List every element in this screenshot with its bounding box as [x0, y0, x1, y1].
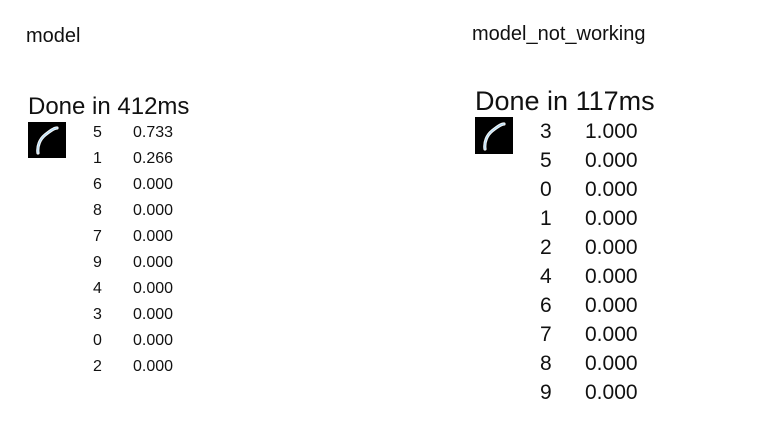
prediction-label: 8	[93, 202, 102, 219]
prediction-probability: 0.000	[133, 358, 174, 375]
prediction-row: 9 0.000	[90, 251, 173, 277]
prediction-row: 6 0.000	[535, 291, 638, 320]
prediction-label: 5	[540, 149, 552, 172]
model-title: model_not_working	[472, 23, 646, 45]
prediction-row: 5 0.000	[535, 146, 638, 175]
prediction-row: 2 0.000	[90, 355, 173, 381]
prediction-label: 8	[540, 352, 552, 375]
prediction-list: 3 1.000 5 0.000 0 0.000 1 0.000 2 0.000 4 0.00…	[535, 117, 638, 407]
prediction-row: 0 0.000	[90, 329, 173, 355]
prediction-probability: 0.000	[133, 202, 174, 219]
prediction-label: 2	[93, 358, 102, 375]
input-digit-image	[28, 122, 66, 158]
input-digit-image	[475, 117, 513, 154]
prediction-probability: 0.000	[585, 294, 638, 317]
prediction-row: 1 0.000	[535, 204, 638, 233]
prediction-label: 5	[93, 124, 102, 141]
model-panel: model Done in 412ms 5 0.733 1 0.266 6 0.000…	[0, 0, 380, 433]
prediction-label: 7	[540, 323, 552, 346]
prediction-label: 0	[93, 332, 102, 349]
handwritten-stroke-icon	[36, 126, 59, 155]
prediction-probability: 0.000	[585, 178, 638, 201]
prediction-row: 3 0.000	[90, 303, 173, 329]
prediction-probability: 0.000	[585, 265, 638, 288]
prediction-row: 4 0.000	[90, 277, 173, 303]
prediction-probability: 0.000	[133, 280, 174, 297]
prediction-row: 1 0.266	[90, 147, 173, 173]
prediction-row: 8 0.000	[90, 199, 173, 225]
prediction-probability: 0.000	[133, 332, 174, 349]
prediction-row: 8 0.000	[535, 349, 638, 378]
prediction-label: 6	[540, 294, 552, 317]
prediction-row: 3 1.000	[535, 117, 638, 146]
prediction-label: 1	[93, 150, 102, 167]
prediction-row: 7 0.000	[90, 225, 173, 251]
prediction-label: 3	[93, 306, 102, 323]
prediction-label: 1	[540, 207, 552, 230]
prediction-probability: 0.000	[133, 306, 174, 323]
prediction-probability: 0.000	[585, 323, 638, 346]
prediction-probability: 0.000	[585, 236, 638, 259]
prediction-row: 0 0.000	[535, 175, 638, 204]
prediction-label: 3	[540, 120, 552, 143]
prediction-probability: 0.266	[133, 150, 174, 167]
prediction-label: 7	[93, 228, 102, 245]
prediction-row: 7 0.000	[535, 320, 638, 349]
prediction-probability: 0.000	[133, 176, 174, 193]
prediction-row: 2 0.000	[535, 233, 638, 262]
prediction-row: 9 0.000	[535, 378, 638, 407]
prediction-label: 9	[93, 254, 102, 271]
prediction-row: 5 0.733	[90, 121, 173, 147]
prediction-row: 6 0.000	[90, 173, 173, 199]
status-text: Done in 117ms	[475, 86, 655, 116]
prediction-probability: 0.000	[133, 228, 174, 245]
prediction-label: 6	[93, 176, 102, 193]
screenshot-root: model Done in 412ms 5 0.733 1 0.266 6 0.000…	[0, 0, 774, 433]
prediction-list: 5 0.733 1 0.266 6 0.000 8 0.000 7 0.000 9 0.00…	[90, 121, 173, 381]
prediction-label: 0	[540, 178, 552, 201]
prediction-probability: 0.000	[585, 352, 638, 375]
prediction-probability: 0.000	[585, 149, 638, 172]
prediction-probability: 0.000	[585, 207, 638, 230]
prediction-probability: 1.000	[585, 120, 638, 143]
prediction-label: 4	[93, 280, 102, 297]
status-text: Done in 412ms	[28, 93, 190, 120]
prediction-row: 4 0.000	[535, 262, 638, 291]
model-title: model	[26, 25, 81, 47]
handwritten-stroke-icon	[483, 122, 506, 151]
model-not-working-panel: model_not_working Done in 117ms 3 1.000 5…	[440, 0, 774, 433]
prediction-probability: 0.000	[133, 254, 174, 271]
prediction-probability: 0.733	[133, 124, 174, 141]
prediction-probability: 0.000	[585, 381, 638, 404]
prediction-label: 2	[540, 236, 552, 259]
prediction-label: 4	[540, 265, 552, 288]
prediction-label: 9	[540, 381, 552, 404]
